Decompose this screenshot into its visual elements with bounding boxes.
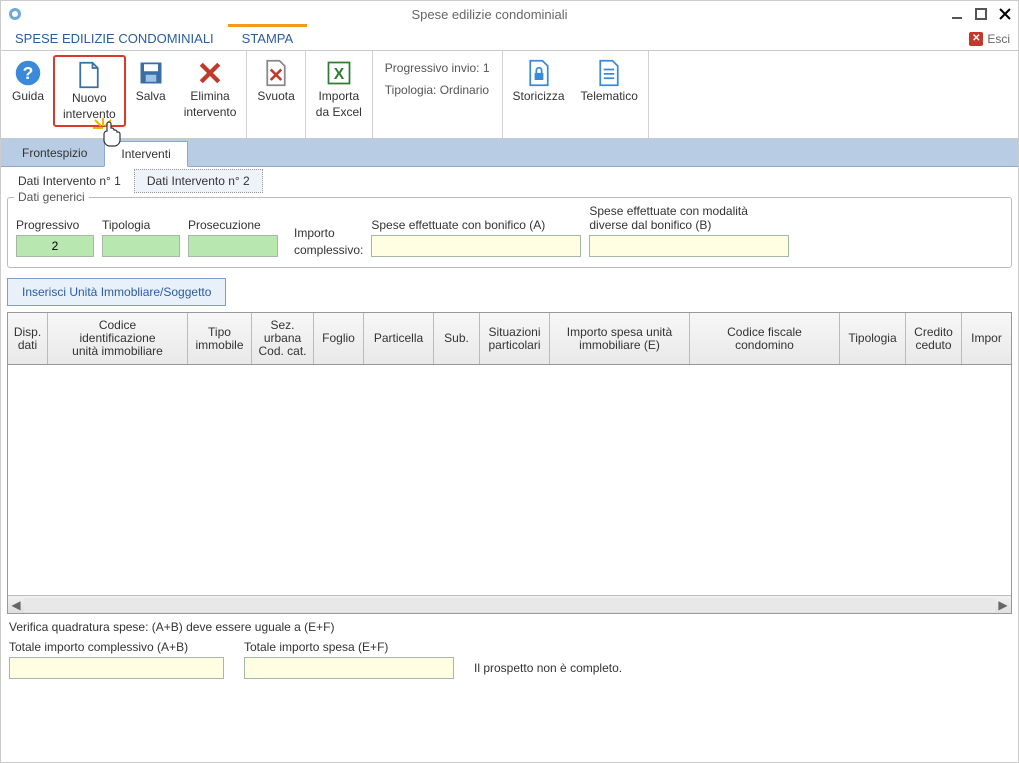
col-foglio[interactable]: Foglio	[314, 313, 364, 364]
scroll-right-icon[interactable]: ▶	[995, 597, 1011, 613]
col-impor[interactable]: Impor	[962, 313, 1011, 364]
horizontal-scrollbar[interactable]: ◀ ▶	[8, 595, 1011, 613]
minimize-icon[interactable]	[950, 7, 964, 21]
spese-b-input[interactable]	[589, 235, 789, 257]
importa-excel-button[interactable]: X Importa da Excel	[308, 55, 370, 123]
inner-tab-2[interactable]: Dati Intervento n° 2	[134, 169, 263, 193]
tot-ef-label: Totale importo spesa (E+F)	[244, 640, 454, 654]
tot-ab-label: Totale importo complessivo (A+B)	[9, 640, 224, 654]
salva-label: Salva	[136, 89, 166, 103]
col-sub[interactable]: Sub.	[434, 313, 480, 364]
svuota-button[interactable]: Svuota	[249, 55, 302, 107]
grid-body[interactable]	[8, 365, 1011, 595]
spese-a-label: Spese effettuate con bonifico (A)	[371, 218, 581, 232]
tab-spese-edilizie[interactable]: SPESE EDILIZIE CONDOMINIALI	[1, 27, 228, 50]
exit-label: Esci	[987, 32, 1010, 46]
verifica-label: Verifica quadratura spese: (A+B) deve es…	[9, 620, 1010, 634]
col-tipo-immobile[interactable]: Tipo immobile	[188, 313, 252, 364]
dati-generici-legend: Dati generici	[14, 190, 89, 204]
top-tabs: SPESE EDILIZIE CONDOMINIALI STAMPA ✕ Esc…	[1, 27, 1018, 51]
app-window: Spese edilizie condominiali SPESE EDILIZ…	[0, 0, 1019, 763]
delete-icon	[196, 59, 224, 87]
inserisci-unita-button[interactable]: Inserisci Unità Immobliare/Soggetto	[7, 278, 226, 306]
telematico-label: Telematico	[581, 89, 638, 103]
col-tipologia[interactable]: Tipologia	[840, 313, 906, 364]
window-title: Spese edilizie condominiali	[336, 7, 643, 22]
col-sez-urbana[interactable]: Sez. urbana Cod. cat.	[252, 313, 314, 364]
exit-button[interactable]: ✕ Esci	[961, 27, 1018, 50]
telematic-icon	[595, 59, 623, 87]
ribbon-info: Progressivo invio: 1 Tipologia: Ordinari…	[375, 55, 500, 103]
svg-text:?: ?	[23, 63, 34, 83]
col-disp-dati[interactable]: Disp. dati	[8, 313, 48, 364]
progressivo-invio-text: Progressivo invio: 1	[385, 61, 490, 75]
tipologia-text: Tipologia: Ordinario	[385, 83, 490, 97]
importa-label-2: da Excel	[316, 105, 362, 119]
svg-text:X: X	[334, 66, 345, 83]
importa-label-1: Importa	[318, 89, 359, 103]
scroll-left-icon[interactable]: ◀	[8, 597, 24, 613]
prospetto-status: Il prospetto non è completo.	[474, 661, 622, 675]
subtab-bar: Frontespizio Interventi	[1, 139, 1018, 167]
maximize-icon[interactable]	[974, 7, 988, 21]
importo-complessivo-label-2: complessivo:	[294, 243, 363, 257]
nuovo-intervento-button[interactable]: Nuovo intervento	[53, 55, 126, 127]
prosecuzione-label: Prosecuzione	[188, 218, 278, 232]
importo-complessivo-label-1: Importo	[294, 226, 363, 240]
elimina-label-2: intervento	[184, 105, 237, 119]
col-particella[interactable]: Particella	[364, 313, 434, 364]
bottom-section: Verifica quadratura spese: (A+B) deve es…	[1, 614, 1018, 685]
tipologia-input[interactable]	[102, 235, 180, 257]
ribbon: ? Guida Nuovo intervento Salva	[1, 51, 1018, 139]
prosecuzione-input[interactable]	[188, 235, 278, 257]
guida-button[interactable]: ? Guida	[3, 55, 53, 107]
clear-document-icon	[262, 59, 290, 87]
scroll-track[interactable]	[24, 598, 995, 612]
elimina-intervento-button[interactable]: Elimina intervento	[176, 55, 245, 123]
excel-icon: X	[325, 59, 353, 87]
tipologia-label: Tipologia	[102, 218, 180, 232]
tot-ab-input[interactable]	[9, 657, 224, 679]
spese-a-input[interactable]	[371, 235, 581, 257]
nuovo-label-2: intervento	[63, 107, 116, 121]
help-icon: ?	[14, 59, 42, 87]
app-icon	[7, 6, 23, 22]
col-cf-condomino[interactable]: Codice fiscale condomino	[690, 313, 840, 364]
dati-generici-group: Dati generici Progressivo Tipologia Pros…	[7, 197, 1012, 268]
spese-b-label-2: diverse dal bonifico (B)	[589, 218, 789, 232]
storicizza-label: Storicizza	[513, 89, 565, 103]
guida-label: Guida	[12, 89, 44, 103]
spese-b-label-1: Spese effettuate con modalità	[589, 204, 789, 218]
col-situazioni[interactable]: Situazioni particolari	[480, 313, 550, 364]
progressivo-label: Progressivo	[16, 218, 94, 232]
svuota-label: Svuota	[257, 89, 294, 103]
subtab-frontespizio[interactable]: Frontespizio	[5, 140, 104, 166]
inner-tabs: Dati Intervento n° 1 Dati Intervento n° …	[1, 167, 1018, 193]
new-document-icon	[75, 61, 103, 89]
exit-icon: ✕	[969, 32, 983, 46]
nuovo-label-1: Nuovo	[72, 91, 107, 105]
tab-stampa[interactable]: STAMPA	[228, 24, 308, 50]
telematico-button[interactable]: Telematico	[573, 55, 646, 107]
save-icon	[137, 59, 165, 87]
title-bar: Spese edilizie condominiali	[1, 1, 1018, 27]
elimina-label-1: Elimina	[190, 89, 229, 103]
tot-ef-input[interactable]	[244, 657, 454, 679]
progressivo-input[interactable]	[16, 235, 94, 257]
salva-button[interactable]: Salva	[126, 55, 176, 107]
close-icon[interactable]	[998, 7, 1012, 21]
subtab-interventi[interactable]: Interventi	[104, 141, 187, 167]
grid-header-row: Disp. dati Codice identificazione unità …	[8, 313, 1011, 365]
storicizza-button[interactable]: Storicizza	[505, 55, 573, 107]
col-importo-e[interactable]: Importo spesa unità immobiliare (E)	[550, 313, 690, 364]
col-credito[interactable]: Credito ceduto	[906, 313, 962, 364]
col-codice-id[interactable]: Codice identificazione unità immobiliare	[48, 313, 188, 364]
data-grid: Disp. dati Codice identificazione unità …	[7, 312, 1012, 614]
archive-lock-icon	[525, 59, 553, 87]
